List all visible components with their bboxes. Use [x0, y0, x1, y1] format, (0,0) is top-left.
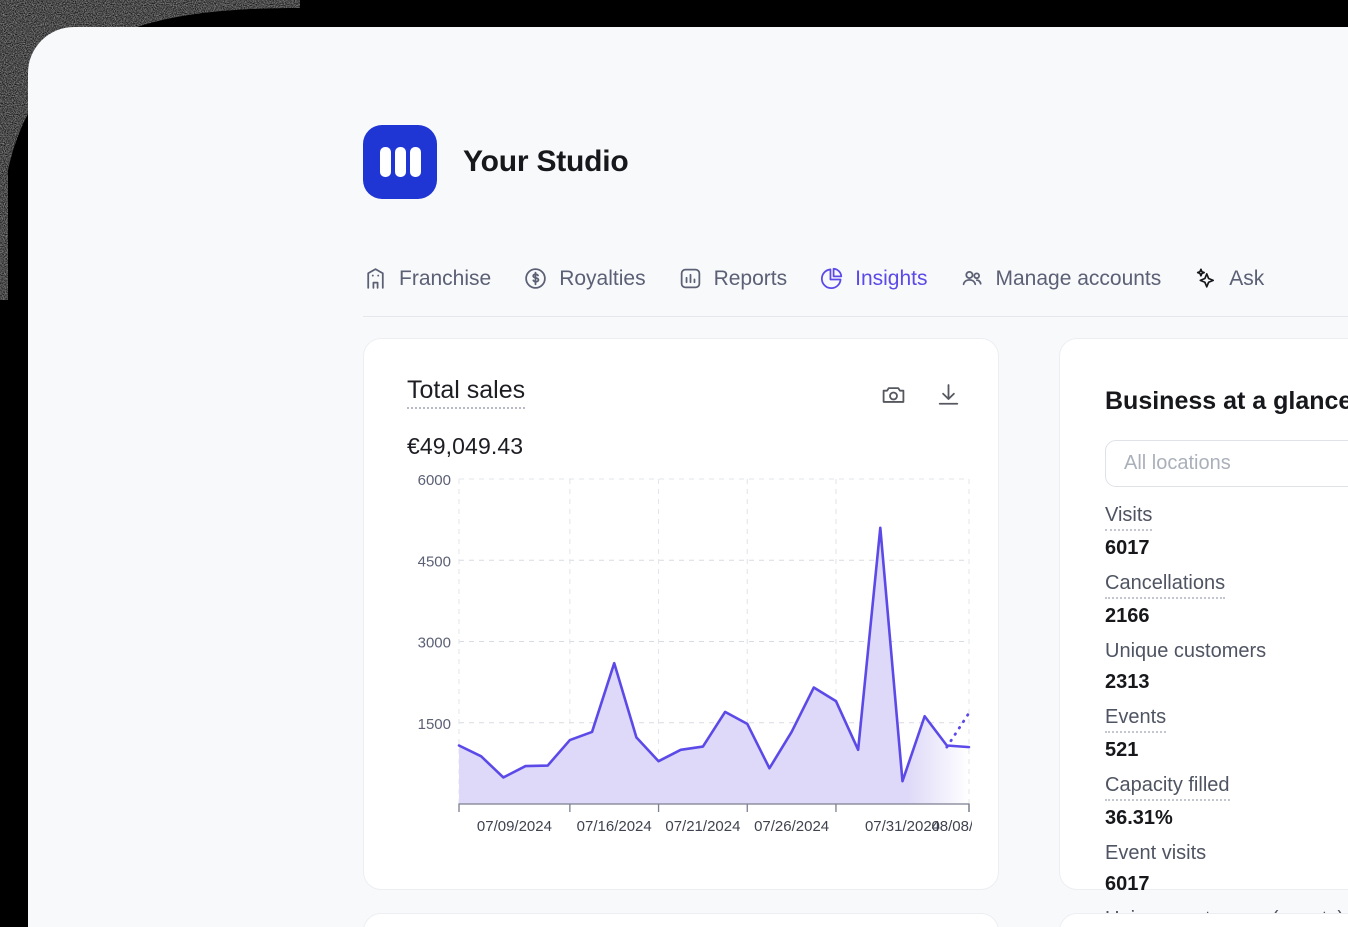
- stat-value: 6017: [1105, 534, 1348, 563]
- nav-item-manage-accounts[interactable]: Manage accounts: [959, 266, 1161, 291]
- svg-text:07/31/2024: 07/31/2024: [865, 818, 940, 835]
- svg-text:4500: 4500: [418, 553, 451, 570]
- stat-label: Unique customers: [1105, 638, 1266, 665]
- nav-label-royalties: Royalties: [559, 268, 645, 289]
- sparkle-ai-icon: [1193, 266, 1218, 291]
- people-group-icon: [959, 266, 984, 291]
- camera-icon[interactable]: [880, 381, 907, 408]
- stat-value: 521: [1105, 736, 1348, 765]
- bar-chart-report-icon: [678, 266, 703, 291]
- stat-value: 6017: [1105, 870, 1348, 899]
- nav-label-ask: Ask: [1229, 268, 1264, 289]
- stat-row: Capacity filled 36.31%: [1105, 772, 1348, 833]
- total-sales-card: Total sales €49,049.43 1500 3000 4500 6000 0…: [363, 338, 999, 890]
- stat-row: Events 521: [1105, 704, 1348, 765]
- svg-text:08/08/2024: 08/08/2024: [931, 818, 972, 835]
- lower-card-right: [1059, 913, 1348, 927]
- stat-value: 2313: [1105, 668, 1348, 697]
- svg-text:3000: 3000: [418, 635, 451, 652]
- sales-area-chart-svg: 1500 3000 4500 6000 07/09/2024 07/16/2024 07/2…: [407, 469, 972, 844]
- nav-item-ask[interactable]: Ask: [1193, 266, 1264, 291]
- franchise-building-icon: [363, 266, 388, 291]
- three-bars-logo-icon: [363, 125, 437, 199]
- nav-item-reports[interactable]: Reports: [678, 266, 788, 291]
- dollar-coin-icon: [523, 266, 548, 291]
- svg-text:07/09/2024: 07/09/2024: [477, 818, 552, 835]
- total-sales-header: Total sales: [407, 377, 962, 409]
- stat-label: Event visits: [1105, 840, 1206, 867]
- nav-item-royalties[interactable]: Royalties: [523, 266, 645, 291]
- pie-chart-icon: [819, 266, 844, 291]
- stat-row: Event visits 6017: [1105, 840, 1348, 899]
- total-sales-chart[interactable]: 1500 3000 4500 6000 07/09/2024 07/16/2024 07/2…: [407, 469, 972, 844]
- location-filter-select[interactable]: All locations: [1105, 440, 1348, 487]
- svg-text:1500: 1500: [418, 716, 451, 733]
- nav-label-reports: Reports: [714, 268, 788, 289]
- svg-text:07/16/2024: 07/16/2024: [577, 818, 652, 835]
- stat-row: Cancellations 2166: [1105, 570, 1348, 631]
- page-title: Your Studio: [463, 145, 629, 179]
- brand-header: Your Studio: [363, 125, 629, 199]
- nav-label-manage-accounts: Manage accounts: [995, 268, 1161, 289]
- svg-text:07/26/2024: 07/26/2024: [754, 818, 829, 835]
- total-sales-value: €49,049.43: [407, 433, 523, 460]
- nav-item-franchise[interactable]: Franchise: [363, 266, 491, 291]
- stat-row: Visits 6017: [1105, 502, 1348, 563]
- total-sales-title: Total sales: [407, 377, 525, 409]
- svg-text:07/21/2024: 07/21/2024: [665, 818, 740, 835]
- svg-text:6000: 6000: [418, 472, 451, 489]
- nav-label-franchise: Franchise: [399, 268, 491, 289]
- nav-label-insights: Insights: [855, 268, 927, 289]
- glance-stats-list: Visits 6017 Cancellations 2166 Unique custom…: [1105, 502, 1348, 927]
- stat-label: Events: [1105, 704, 1166, 733]
- nav-item-insights[interactable]: Insights: [819, 266, 927, 291]
- stat-label: Capacity filled: [1105, 772, 1230, 801]
- glance-title: Business at a glance: [1105, 387, 1348, 416]
- location-filter-placeholder: All locations: [1124, 452, 1231, 475]
- stat-label: Cancellations: [1105, 570, 1225, 599]
- main-navigation: Franchise Royalties Reports Insights Man: [363, 249, 1348, 317]
- app-window: Your Studio Franchise Royalties Reports: [28, 27, 1348, 927]
- stat-value: 2166: [1105, 602, 1348, 631]
- stat-row: Unique customers 2313: [1105, 638, 1348, 697]
- stat-value: 36.31%: [1105, 804, 1348, 833]
- lower-card-left: [363, 913, 999, 927]
- download-icon[interactable]: [935, 381, 962, 408]
- business-at-a-glance-card: Business at a glance All locations Visit…: [1059, 338, 1348, 890]
- stat-label: Visits: [1105, 502, 1152, 531]
- total-sales-actions: [880, 381, 962, 408]
